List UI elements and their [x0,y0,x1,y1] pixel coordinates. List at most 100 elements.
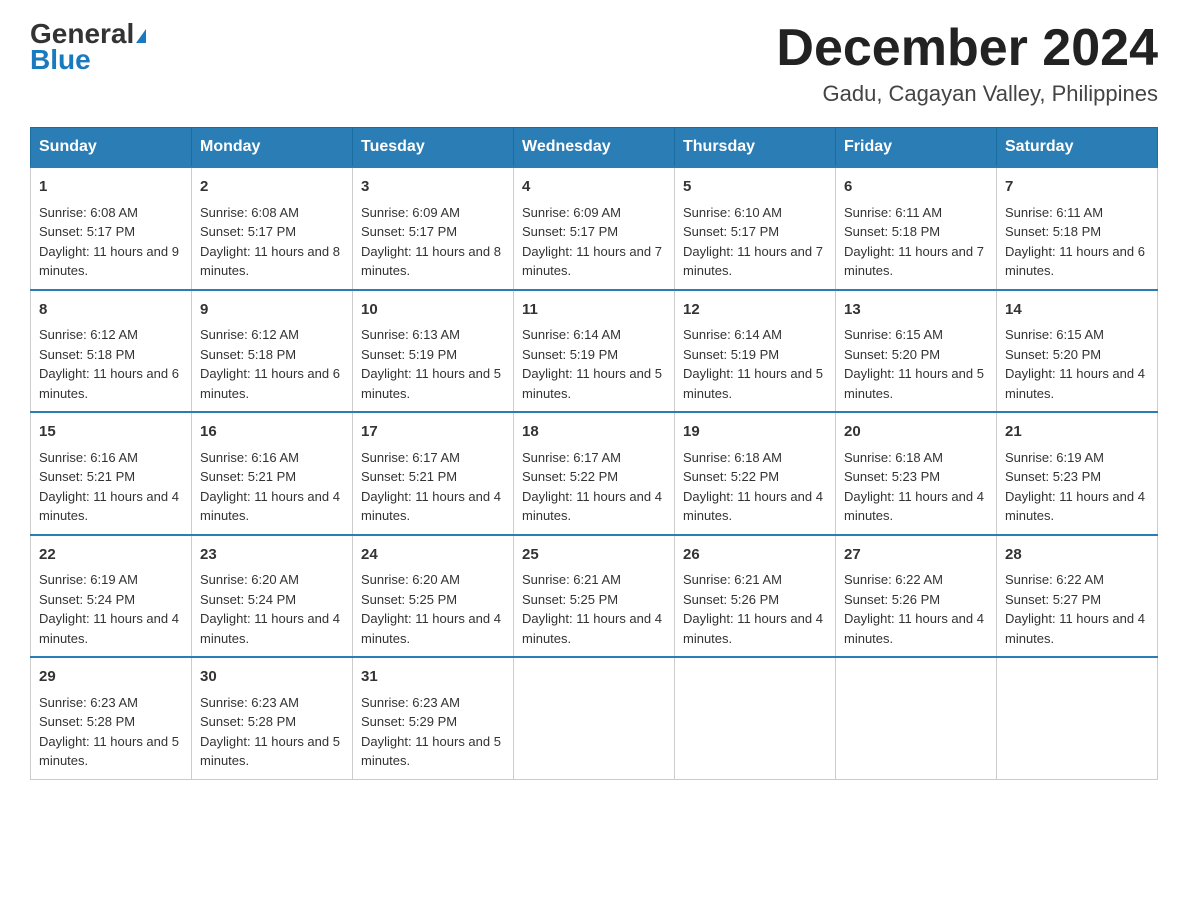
calendar-cell: 25 Sunrise: 6:21 AMSunset: 5:25 PMDayligh… [514,535,675,658]
day-info: Sunrise: 6:11 AMSunset: 5:18 PMDaylight:… [844,205,984,279]
logo-line2: Blue [30,44,91,76]
day-number: 25 [522,544,666,567]
day-info: Sunrise: 6:14 AMSunset: 5:19 PMDaylight:… [522,327,662,401]
day-number: 19 [683,421,827,444]
day-info: Sunrise: 6:13 AMSunset: 5:19 PMDaylight:… [361,327,501,401]
day-number: 26 [683,544,827,567]
day-info: Sunrise: 6:22 AMSunset: 5:27 PMDaylight:… [1005,572,1145,646]
calendar-cell: 15 Sunrise: 6:16 AMSunset: 5:21 PMDayligh… [31,412,192,535]
day-info: Sunrise: 6:15 AMSunset: 5:20 PMDaylight:… [1005,327,1145,401]
week-row-1: 1 Sunrise: 6:08 AMSunset: 5:17 PMDaylight… [31,167,1158,290]
calendar-cell: 14 Sunrise: 6:15 AMSunset: 5:20 PMDayligh… [997,290,1158,413]
calendar-cell: 24 Sunrise: 6:20 AMSunset: 5:25 PMDayligh… [353,535,514,658]
header-sunday: Sunday [31,128,192,168]
day-number: 24 [361,544,505,567]
day-info: Sunrise: 6:08 AMSunset: 5:17 PMDaylight:… [200,205,340,279]
header-tuesday: Tuesday [353,128,514,168]
day-number: 4 [522,176,666,199]
day-info: Sunrise: 6:22 AMSunset: 5:26 PMDaylight:… [844,572,984,646]
calendar-cell: 12Sunrise: 6:14 AMSunset: 5:19 PMDayligh… [675,290,836,413]
title-block: December 2024 Gadu, Cagayan Valley, Phil… [776,20,1158,107]
calendar-cell: 13 Sunrise: 6:15 AMSunset: 5:20 PMDayligh… [836,290,997,413]
day-number: 16 [200,421,344,444]
calendar-cell: 9 Sunrise: 6:12 AMSunset: 5:18 PMDaylight… [192,290,353,413]
weekday-header-row: Sunday Monday Tuesday Wednesday Thursday… [31,128,1158,168]
calendar-cell [997,657,1158,779]
calendar-cell [514,657,675,779]
day-info: Sunrise: 6:17 AMSunset: 5:22 PMDaylight:… [522,450,662,524]
day-info: Sunrise: 6:21 AMSunset: 5:26 PMDaylight:… [683,572,823,646]
day-number: 14 [1005,299,1149,322]
header-saturday: Saturday [997,128,1158,168]
calendar-cell: 2 Sunrise: 6:08 AMSunset: 5:17 PMDaylight… [192,167,353,290]
day-number: 23 [200,544,344,567]
day-number: 17 [361,421,505,444]
calendar-cell: 10 Sunrise: 6:13 AMSunset: 5:19 PMDayligh… [353,290,514,413]
day-number: 5 [683,176,827,199]
day-info: Sunrise: 6:10 AMSunset: 5:17 PMDaylight:… [683,205,823,279]
header-thursday: Thursday [675,128,836,168]
day-info: Sunrise: 6:15 AMSunset: 5:20 PMDaylight:… [844,327,984,401]
calendar-cell [675,657,836,779]
day-number: 20 [844,421,988,444]
day-info: Sunrise: 6:19 AMSunset: 5:23 PMDaylight:… [1005,450,1145,524]
calendar-cell: 22Sunrise: 6:19 AMSunset: 5:24 PMDayligh… [31,535,192,658]
day-number: 1 [39,176,183,199]
calendar-cell: 31 Sunrise: 6:23 AMSunset: 5:29 PMDayligh… [353,657,514,779]
day-number: 3 [361,176,505,199]
header-friday: Friday [836,128,997,168]
calendar-cell: 28 Sunrise: 6:22 AMSunset: 5:27 PMDayligh… [997,535,1158,658]
calendar-cell [836,657,997,779]
logo-triangle-icon [136,29,146,43]
day-info: Sunrise: 6:09 AMSunset: 5:17 PMDaylight:… [361,205,501,279]
calendar-cell: 6Sunrise: 6:11 AMSunset: 5:18 PMDaylight… [836,167,997,290]
day-info: Sunrise: 6:16 AMSunset: 5:21 PMDaylight:… [39,450,179,524]
week-row-3: 15 Sunrise: 6:16 AMSunset: 5:21 PMDayligh… [31,412,1158,535]
calendar-cell: 29Sunrise: 6:23 AMSunset: 5:28 PMDayligh… [31,657,192,779]
header-wednesday: Wednesday [514,128,675,168]
day-number: 8 [39,299,183,322]
calendar-cell: 4Sunrise: 6:09 AMSunset: 5:17 PMDaylight… [514,167,675,290]
day-number: 28 [1005,544,1149,567]
calendar-cell: 3 Sunrise: 6:09 AMSunset: 5:17 PMDaylight… [353,167,514,290]
day-number: 18 [522,421,666,444]
day-number: 31 [361,666,505,689]
day-number: 22 [39,544,183,567]
day-number: 21 [1005,421,1149,444]
day-info: Sunrise: 6:12 AMSunset: 5:18 PMDaylight:… [39,327,179,401]
day-number: 30 [200,666,344,689]
day-info: Sunrise: 6:08 AMSunset: 5:17 PMDaylight:… [39,205,179,279]
day-info: Sunrise: 6:23 AMSunset: 5:28 PMDaylight:… [200,695,340,769]
week-row-5: 29Sunrise: 6:23 AMSunset: 5:28 PMDayligh… [31,657,1158,779]
day-number: 13 [844,299,988,322]
day-info: Sunrise: 6:16 AMSunset: 5:21 PMDaylight:… [200,450,340,524]
calendar-cell: 20Sunrise: 6:18 AMSunset: 5:23 PMDayligh… [836,412,997,535]
week-row-2: 8 Sunrise: 6:12 AMSunset: 5:18 PMDaylight… [31,290,1158,413]
logo: General Blue [30,20,146,76]
day-info: Sunrise: 6:11 AMSunset: 5:18 PMDaylight:… [1005,205,1145,279]
calendar-cell: 18 Sunrise: 6:17 AMSunset: 5:22 PMDayligh… [514,412,675,535]
day-number: 9 [200,299,344,322]
day-number: 27 [844,544,988,567]
day-info: Sunrise: 6:21 AMSunset: 5:25 PMDaylight:… [522,572,662,646]
day-number: 15 [39,421,183,444]
day-number: 2 [200,176,344,199]
day-info: Sunrise: 6:20 AMSunset: 5:24 PMDaylight:… [200,572,340,646]
header-monday: Monday [192,128,353,168]
calendar-cell: 1 Sunrise: 6:08 AMSunset: 5:17 PMDaylight… [31,167,192,290]
day-info: Sunrise: 6:14 AMSunset: 5:19 PMDaylight:… [683,327,823,401]
calendar-cell: 26 Sunrise: 6:21 AMSunset: 5:26 PMDayligh… [675,535,836,658]
day-info: Sunrise: 6:18 AMSunset: 5:22 PMDaylight:… [683,450,823,524]
day-number: 7 [1005,176,1149,199]
calendar-subtitle: Gadu, Cagayan Valley, Philippines [776,81,1158,107]
calendar-cell: 5 Sunrise: 6:10 AMSunset: 5:17 PMDaylight… [675,167,836,290]
day-info: Sunrise: 6:23 AMSunset: 5:29 PMDaylight:… [361,695,501,769]
day-info: Sunrise: 6:12 AMSunset: 5:18 PMDaylight:… [200,327,340,401]
calendar-cell: 23 Sunrise: 6:20 AMSunset: 5:24 PMDayligh… [192,535,353,658]
day-number: 10 [361,299,505,322]
day-info: Sunrise: 6:20 AMSunset: 5:25 PMDaylight:… [361,572,501,646]
calendar-cell: 30 Sunrise: 6:23 AMSunset: 5:28 PMDayligh… [192,657,353,779]
day-number: 11 [522,299,666,322]
calendar-cell: 17Sunrise: 6:17 AMSunset: 5:21 PMDayligh… [353,412,514,535]
day-info: Sunrise: 6:23 AMSunset: 5:28 PMDaylight:… [39,695,179,769]
